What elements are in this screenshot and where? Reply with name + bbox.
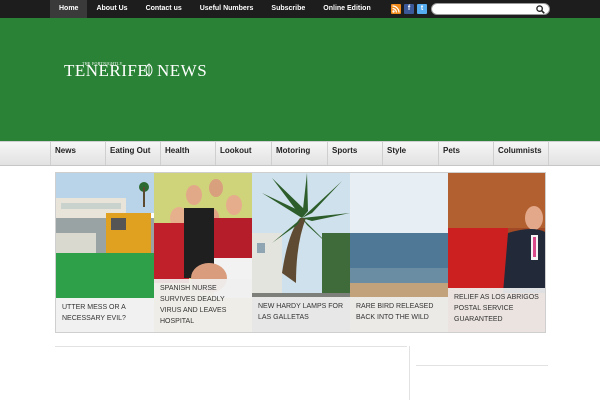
top-nav-subscribe[interactable]: Subscribe [262, 0, 314, 18]
slide-3-caption[interactable]: New hardy lamps for Las Galletas [252, 297, 350, 332]
slide-2[interactable]: Spanish nurse survives deadly virus and … [154, 173, 253, 332]
search-input[interactable] [436, 5, 532, 13]
logo-name-left: TENERIFE [64, 61, 149, 80]
sidebar-divider [416, 365, 548, 366]
top-nav-useful-numbers[interactable]: Useful Numbers [191, 0, 263, 18]
nav-sports[interactable]: Sports [327, 142, 383, 165]
slide-3[interactable]: New hardy lamps for Las Galletas [252, 173, 350, 332]
column-divider [409, 346, 410, 400]
nav-health[interactable]: Health [160, 142, 216, 165]
top-nav: Home About Us Contact us Useful Numbers … [50, 0, 380, 18]
site-header: THE FORTNIGHTLY TENERIFE NEWS [0, 18, 600, 141]
top-nav-online-edition[interactable]: Online Edition [314, 0, 379, 18]
slide-1[interactable]: Utter mess or a necessary evil? [56, 173, 155, 332]
facebook-icon[interactable]: f [404, 4, 414, 14]
slide-4[interactable]: Rare bird released back into the wild [350, 173, 448, 332]
featured-slider: Utter mess or a necessary evil? Spanish … [55, 172, 546, 333]
top-nav-contact-us[interactable]: Contact us [137, 0, 191, 18]
social-links: f t [391, 4, 427, 14]
nav-eating-out[interactable]: Eating Out [105, 142, 161, 165]
top-nav-about-us[interactable]: About Us [87, 0, 136, 18]
rss-icon[interactable] [391, 4, 401, 14]
slide-4-caption[interactable]: Rare bird released back into the wild [350, 297, 448, 332]
nav-motoring[interactable]: Motoring [271, 142, 327, 165]
nav-lookout[interactable]: Lookout [215, 142, 271, 165]
logo-name-right: NEWS [157, 61, 208, 80]
nav-style[interactable]: Style [382, 142, 438, 165]
search-icon[interactable] [536, 5, 545, 14]
twitter-icon[interactable]: t [417, 4, 427, 14]
slide-1-caption[interactable]: Utter mess or a necessary evil? [56, 298, 155, 332]
search-box [431, 3, 550, 15]
slide-5[interactable]: Relief as Los Abrigos postal service gua… [448, 173, 545, 332]
nav-pets[interactable]: Pets [438, 142, 494, 165]
slide-2-caption[interactable]: Spanish nurse survives deadly virus and … [154, 279, 253, 332]
top-nav-home[interactable]: Home [50, 0, 88, 18]
slide-5-caption[interactable]: Relief as Los Abrigos postal service gua… [448, 288, 545, 332]
leaf-icon [145, 63, 153, 77]
nav-columnists[interactable]: Columnists [493, 142, 549, 165]
content-divider [55, 346, 407, 347]
nav-news[interactable]: News [50, 142, 106, 165]
main-nav: News Eating Out Health Lookout Motoring … [0, 141, 600, 166]
